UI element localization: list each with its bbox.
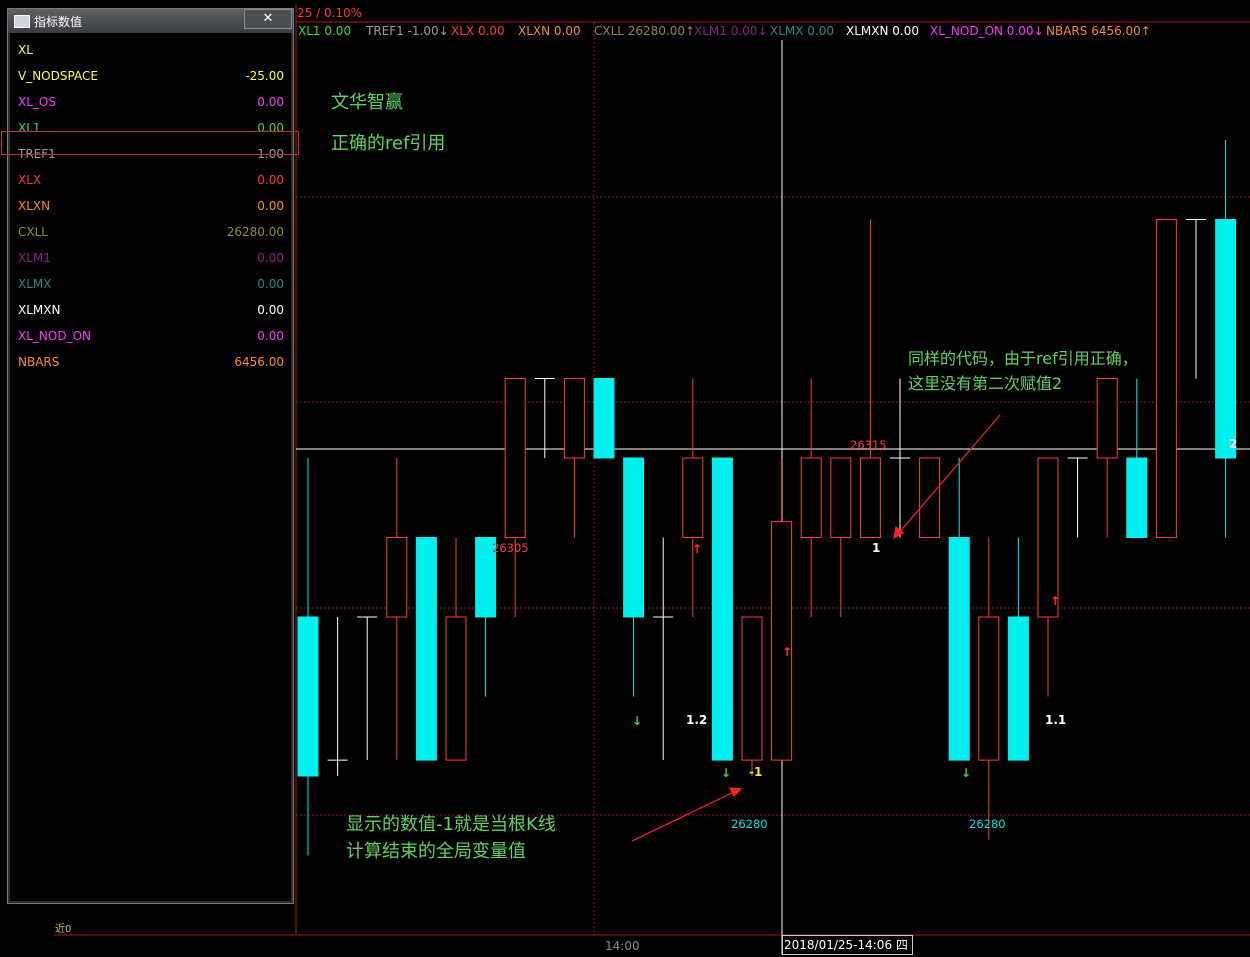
candle-body — [1155, 219, 1177, 538]
top-percent-indicator: 25 / 0.10% — [297, 6, 363, 20]
value-mark: 1 — [872, 541, 881, 555]
price-label-low: 26280 — [969, 817, 1006, 831]
indicator-value: 0.00 — [257, 199, 284, 213]
indicator-name: XLM1 — [18, 251, 51, 265]
candle-body — [859, 457, 881, 538]
indicator-value: 0.00 — [257, 173, 284, 187]
down-arrow-icon: ↓ — [961, 766, 971, 780]
panel-row[interactable]: XLXN 0.00 — [11, 193, 290, 219]
price-label-high: 26305 — [492, 541, 529, 555]
candle-body — [711, 457, 733, 761]
indicator-name: NBARS — [18, 355, 60, 369]
brand-annotation: 文华智赢 — [331, 92, 403, 113]
right-note-line2: 这里没有第二次赋值2 — [908, 374, 1063, 393]
subtitle-annotation: 正确的ref引用 — [331, 133, 446, 154]
close-button[interactable]: ✕ — [244, 9, 292, 29]
value-mark: 1.2 — [686, 713, 708, 727]
tiny-label: 近0 — [55, 924, 72, 935]
indicator-name: XLMX — [18, 277, 52, 291]
indicator-name: XL_OS — [18, 95, 56, 109]
candle-body — [800, 457, 822, 538]
price-label-low: 26280 — [731, 817, 768, 831]
crosshair-date-label: 2018/01/25-14:06 四 — [782, 935, 913, 955]
indicator-name: CXLL — [18, 225, 48, 239]
candle-body — [1096, 378, 1118, 459]
candle-body — [830, 457, 852, 538]
header-item-xlm1: XLM1 0.00↓ — [694, 24, 768, 38]
candle-body — [504, 378, 526, 538]
candle-body — [771, 521, 793, 761]
indicator-value: 0.00 — [257, 329, 284, 343]
right-note-line1: 同样的代码，由于ref引用正确， — [908, 349, 1138, 368]
header-item-cxll: CXLL 26280.00↑ — [594, 24, 696, 38]
selected-row-highlight — [1, 131, 299, 155]
header-item-xlmxn: XLMXN 0.00 — [846, 24, 919, 38]
candles-group — [297, 140, 1237, 856]
indicator-value: 0.00 — [257, 95, 284, 109]
window-icon — [14, 15, 30, 28]
panel-row[interactable]: XLMXN 0.00 — [11, 297, 290, 323]
panel-row[interactable]: XLMX 0.00 — [11, 271, 290, 297]
panel-row[interactable]: NBARS 6456.00 — [11, 349, 290, 375]
indicator-name: V_NODSPACE — [18, 69, 98, 83]
header-item-tref1: TREF1 -1.00↓ — [366, 24, 449, 38]
indicator-value: 6456.00 — [234, 355, 284, 369]
indicator-value: 26280.00 — [226, 225, 284, 239]
candle-body — [1126, 457, 1148, 538]
candle-body — [386, 537, 408, 618]
candle-body — [563, 378, 585, 459]
indicator-name: XL_NOD_ON — [18, 329, 91, 343]
up-arrow-icon: ↑ — [692, 542, 702, 556]
price-label-high: 26315 — [850, 438, 887, 452]
indicator-name: XLX — [18, 173, 42, 187]
indicator-name: XLMXN — [18, 303, 61, 317]
indicator-value: 0.00 — [257, 251, 284, 265]
panel-title: 指标数值 — [34, 15, 83, 29]
header-item-xl1: XL1 0.00 — [298, 24, 352, 38]
header-item-xl-nod-on: XL_NOD_ON 0.00↓ — [930, 24, 1044, 38]
panel-row[interactable]: CXLL 26280.00 — [11, 219, 290, 245]
header-item-nbars: NBARS 6456.00↑ — [1046, 24, 1151, 38]
candle-body — [593, 378, 615, 459]
header-item-xlxn: XLXN 0.00 — [518, 24, 581, 38]
candle-body — [1007, 616, 1029, 761]
candle-body — [682, 457, 704, 538]
panel-row[interactable]: XL_OS 0.00 — [11, 89, 290, 115]
value-mark: 2 — [1229, 437, 1238, 451]
panel-row[interactable]: XLM1 0.00 — [11, 245, 290, 271]
bottom-note-line2: 计算结束的全局变量值 — [346, 841, 526, 862]
candle-body — [948, 537, 970, 761]
indicator-value: -25.00 — [245, 69, 284, 83]
candle-body — [445, 616, 467, 761]
up-arrow-icon: ↑ — [782, 645, 792, 659]
panel-row[interactable]: XL_NOD_ON 0.00 — [11, 323, 290, 349]
indicator-value: 0.00 — [257, 303, 284, 317]
header-item-xlx: XLX 0.00 — [451, 24, 505, 38]
candle-body — [978, 616, 1000, 761]
panel-row[interactable]: XL — [11, 37, 290, 63]
candle-body — [415, 537, 437, 761]
panel-row[interactable]: V_NODSPACE -25.00 — [11, 63, 290, 89]
value-mark: 1.1 — [1045, 713, 1067, 727]
value-mark: -1 — [749, 765, 763, 779]
indicator-name: XLXN — [18, 199, 51, 213]
down-arrow-icon: ↓ — [721, 766, 731, 780]
time-axis-label: 14:00 — [605, 939, 640, 953]
header-item-xlmx: XLMX 0.00 — [770, 24, 835, 38]
candle-body — [297, 616, 319, 777]
candle-body — [1215, 219, 1237, 459]
indicator-value: 0.00 — [257, 277, 284, 291]
down-arrow-icon: ↓ — [632, 714, 642, 728]
bottom-note-line1: 显示的数值-1就是当根K线 — [346, 814, 556, 835]
panel-titlebar[interactable]: 指标数值 ✕ — [8, 9, 293, 33]
indicator-name: XL — [18, 43, 33, 57]
candle-body — [623, 457, 645, 618]
up-arrow-icon: ↑ — [1050, 594, 1060, 608]
panel-row[interactable]: XLX 0.00 — [11, 167, 290, 193]
candle-body — [741, 616, 763, 761]
